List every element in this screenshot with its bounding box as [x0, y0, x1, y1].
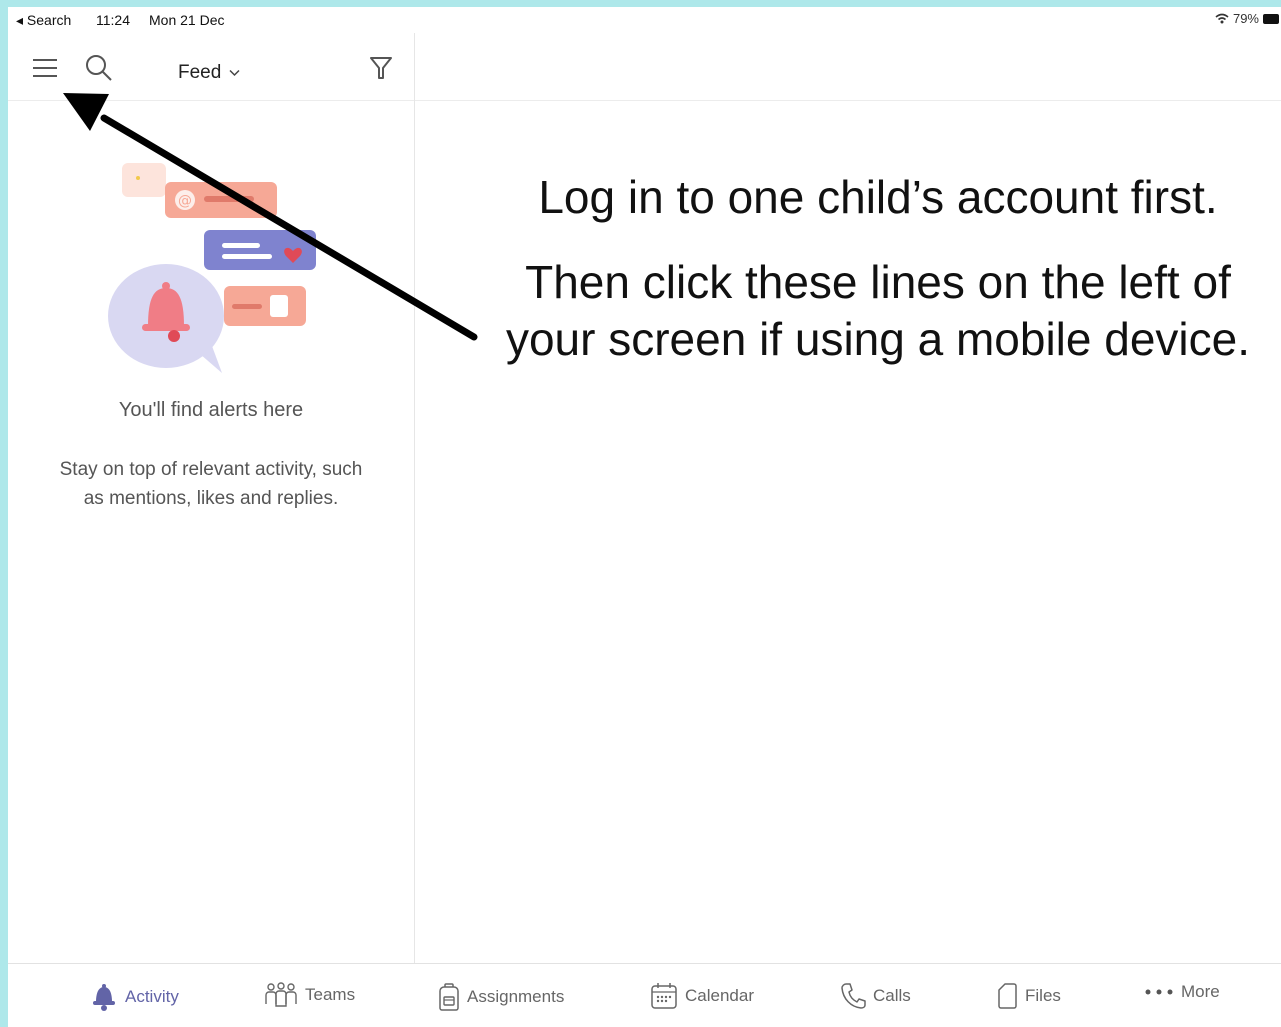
phone-icon: [841, 983, 866, 1009]
more-icon: [1145, 989, 1173, 995]
tab-label: More: [1181, 982, 1220, 1001]
assignments-icon: [439, 983, 459, 1011]
tab-label: Files: [1025, 986, 1061, 1005]
status-time: 11:24: [96, 12, 130, 28]
tab-label: Calls: [873, 986, 911, 1005]
tab-files[interactable]: Files: [996, 982, 1061, 1010]
tab-activity[interactable]: Activity: [90, 982, 179, 1012]
tab-label: Calendar: [685, 986, 754, 1005]
calendar-icon: [651, 983, 677, 1009]
tab-more[interactable]: More: [1144, 982, 1220, 1002]
search-icon: [86, 55, 112, 81]
filter-button[interactable]: [367, 53, 395, 83]
alerts-illustration: @: [108, 163, 316, 373]
back-to-search-link[interactable]: ◂ Search: [16, 12, 71, 29]
empty-state-title: You'll find alerts here: [118, 399, 304, 421]
status-indicators: 79%: [1215, 11, 1279, 26]
activity-pane: Feed @ You'll find alerts here Stay on t…: [8, 33, 415, 963]
bottom-tab-bar: Activity Teams Assignments Calendar Call…: [8, 963, 1281, 1027]
empty-state-description: Stay on top of relevant activity, such a…: [59, 459, 363, 509]
tab-calendar[interactable]: Calendar: [650, 982, 754, 1010]
hamburger-menu-icon: [33, 59, 57, 77]
menu-button[interactable]: [30, 53, 60, 83]
file-icon: [998, 983, 1017, 1009]
status-bar: ◂ Search 11:24 Mon 21 Dec 79%: [8, 7, 1281, 33]
filter-icon: [370, 57, 392, 79]
search-button[interactable]: [82, 51, 116, 85]
status-date: Mon 21 Dec: [149, 12, 225, 28]
chevron-down-icon: [229, 69, 240, 77]
tab-label: Assignments: [467, 987, 565, 1006]
teams-icon: [265, 982, 297, 1007]
bell-icon: [93, 984, 115, 1011]
instruction-annotation: Log in to one child’s account first. The…: [478, 169, 1278, 368]
feed-dropdown[interactable]: Feed: [178, 62, 240, 84]
tab-assignments[interactable]: Assignments: [438, 982, 564, 1012]
tab-calls[interactable]: Calls: [840, 982, 911, 1010]
annotation-line-2: Then click these lines on the left of yo…: [505, 256, 1251, 365]
battery-icon: [1263, 13, 1279, 24]
wifi-icon: [1215, 13, 1229, 24]
svg-text:@: @: [178, 193, 192, 209]
tab-label: Activity: [125, 987, 179, 1006]
tab-teams[interactable]: Teams: [264, 982, 355, 1008]
feed-label: Feed: [178, 62, 222, 83]
app-screen: ◂ Search 11:24 Mon 21 Dec 79% Feed @ You…: [8, 7, 1281, 1027]
battery-percent: 79%: [1232, 11, 1259, 26]
tab-label: Teams: [305, 985, 356, 1004]
annotation-line-1: Log in to one child’s account first.: [538, 171, 1218, 223]
